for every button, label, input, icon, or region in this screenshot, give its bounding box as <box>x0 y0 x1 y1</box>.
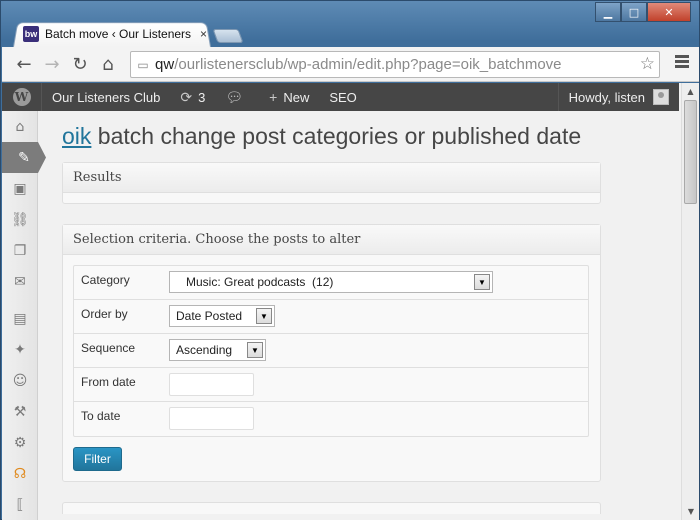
category-select[interactable]: Music: Great podcasts (12) ▼ <box>169 271 493 293</box>
dashboard-icon[interactable]: ⌂ <box>2 111 38 142</box>
appearance-icon[interactable]: ▤ <box>2 303 38 334</box>
site-name-link[interactable]: Our Listeners Club <box>42 83 170 111</box>
bookmark-star-icon[interactable]: ☆ <box>640 54 655 74</box>
posts-pin-icon[interactable]: ✎ <box>2 142 46 173</box>
from-date-input[interactable] <box>169 373 254 396</box>
browser-window: bw Batch move ‹ Our Listeners × ▁ □ ✕ ← … <box>0 0 700 520</box>
new-tab-button[interactable] <box>212 29 244 43</box>
scroll-down-arrow-icon[interactable]: ▼ <box>682 503 699 520</box>
chevron-down-icon: ▼ <box>474 274 490 290</box>
home-icon[interactable]: ⌂ <box>94 50 122 78</box>
pages-icon[interactable]: ❐ <box>2 235 38 266</box>
browser-viewport: W Our Listeners Club ⟳ 3 💬︎ + New SEO Ho… <box>2 83 699 520</box>
new-label: New <box>283 89 310 105</box>
comments-link[interactable]: 💬︎ <box>215 83 259 111</box>
sequence-select[interactable]: Ascending ▼ <box>169 339 266 361</box>
minimize-icon[interactable]: ▁ <box>595 2 621 22</box>
admin-menu: ⌂ ✎ ▣ ⛓ ❐ ✉ ▤ ✦ ☺ ⚒ ⚙ ☊ ⟦ <box>2 111 46 520</box>
back-arrow-icon[interactable]: ← <box>10 50 38 78</box>
vertical-scrollbar[interactable]: ▲ ▼ <box>681 83 699 520</box>
results-box: Results <box>62 162 601 204</box>
category-label: Category <box>81 273 130 287</box>
comments-icon[interactable]: ✉ <box>2 266 38 297</box>
scroll-up-arrow-icon[interactable]: ▲ <box>682 83 699 100</box>
wordpress-logo-icon: W <box>12 88 31 106</box>
order-by-label: Order by <box>81 307 128 321</box>
account-menu[interactable]: Howdy, listen <box>557 83 679 111</box>
favicon-icon: bw <box>23 26 39 42</box>
reload-icon[interactable]: ↻ <box>66 50 94 78</box>
chevron-down-icon: ▼ <box>256 308 272 324</box>
to-date-label: To date <box>81 409 121 423</box>
updates-icon: ⟳ <box>180 88 193 105</box>
page-title: oik batch change post categories or publ… <box>62 123 602 150</box>
browser-menu-icon[interactable] <box>675 55 689 69</box>
tab-title: Batch move ‹ Our Listeners <box>45 27 192 41</box>
close-window-icon[interactable]: ✕ <box>647 2 691 22</box>
filter-button[interactable]: Filter <box>73 447 122 471</box>
settings-icon[interactable]: ⚙ <box>2 427 38 458</box>
address-bar[interactable]: ▭ qw/ourlistenersclub/wp-admin/edit.php?… <box>130 51 660 78</box>
criteria-form: Category Music: Great podcasts (12) ▼ Or… <box>73 265 589 437</box>
form-row-sequence: Sequence Ascending ▼ <box>74 334 588 368</box>
maximize-icon[interactable]: □ <box>621 2 647 22</box>
browser-tab-content[interactable]: bw Batch move ‹ Our Listeners × <box>23 25 207 43</box>
oik-plugin-icon[interactable]: ☊ <box>2 458 38 489</box>
criteria-box: Selection criteria. Choose the posts to … <box>62 224 601 482</box>
sequence-label: Sequence <box>81 341 136 355</box>
chevron-down-icon: ▼ <box>247 342 263 358</box>
url-text[interactable]: qw/ourlistenersclub/wp-admin/edit.php?pa… <box>155 56 562 73</box>
avatar <box>653 89 669 105</box>
next-box <box>62 502 601 514</box>
page-title-text: batch change post categories or publishe… <box>91 123 582 149</box>
form-row-to-date: To date <box>74 402 588 436</box>
window-controls: ▁ □ ✕ <box>595 2 691 22</box>
from-date-label: From date <box>81 375 136 389</box>
browser-toolbar: ← → ↻ ⌂ ▭ qw/ourlistenersclub/wp-admin/e… <box>2 47 699 82</box>
media-icon[interactable]: ▣ <box>2 173 38 204</box>
wp-logo-button[interactable]: W <box>2 83 42 111</box>
order-by-select[interactable]: Date Posted ▼ <box>169 305 275 327</box>
bracket-plugin-icon[interactable]: ⟦ <box>2 489 38 520</box>
updates-count: 3 <box>198 89 206 105</box>
plugins-icon[interactable]: ✦ <box>2 334 38 365</box>
seo-link[interactable]: SEO <box>319 83 366 111</box>
tab-strip: bw Batch move ‹ Our Listeners × ▁ □ ✕ <box>1 1 699 47</box>
to-date-input[interactable] <box>169 407 254 430</box>
tools-icon[interactable]: ⚒ <box>2 396 38 427</box>
oik-link[interactable]: oik <box>62 123 91 149</box>
main-content: oik batch change post categories or publ… <box>62 111 602 514</box>
comment-bubble-icon: 💬︎ <box>225 88 244 105</box>
form-row-category: Category Music: Great podcasts (12) ▼ <box>74 266 588 300</box>
page-icon: ▭ <box>137 57 149 72</box>
scrollbar-thumb[interactable] <box>684 100 697 204</box>
new-content-link[interactable]: + New <box>259 83 319 111</box>
forward-arrow-icon[interactable]: → <box>38 50 66 78</box>
criteria-title[interactable]: Selection criteria. Choose the posts to … <box>63 225 600 255</box>
form-row-from-date: From date <box>74 368 588 402</box>
form-row-order-by: Order by Date Posted ▼ <box>74 300 588 334</box>
users-icon[interactable]: ☺ <box>2 365 38 396</box>
howdy-text: Howdy, listen <box>568 89 645 105</box>
results-title[interactable]: Results <box>63 163 600 193</box>
tab-close-icon[interactable]: × <box>200 27 207 41</box>
updates-link[interactable]: ⟳ 3 <box>170 83 215 111</box>
links-icon[interactable]: ⛓ <box>2 204 38 235</box>
plus-icon: + <box>269 89 278 105</box>
wp-admin-bar: W Our Listeners Club ⟳ 3 💬︎ + New SEO Ho… <box>2 83 679 111</box>
